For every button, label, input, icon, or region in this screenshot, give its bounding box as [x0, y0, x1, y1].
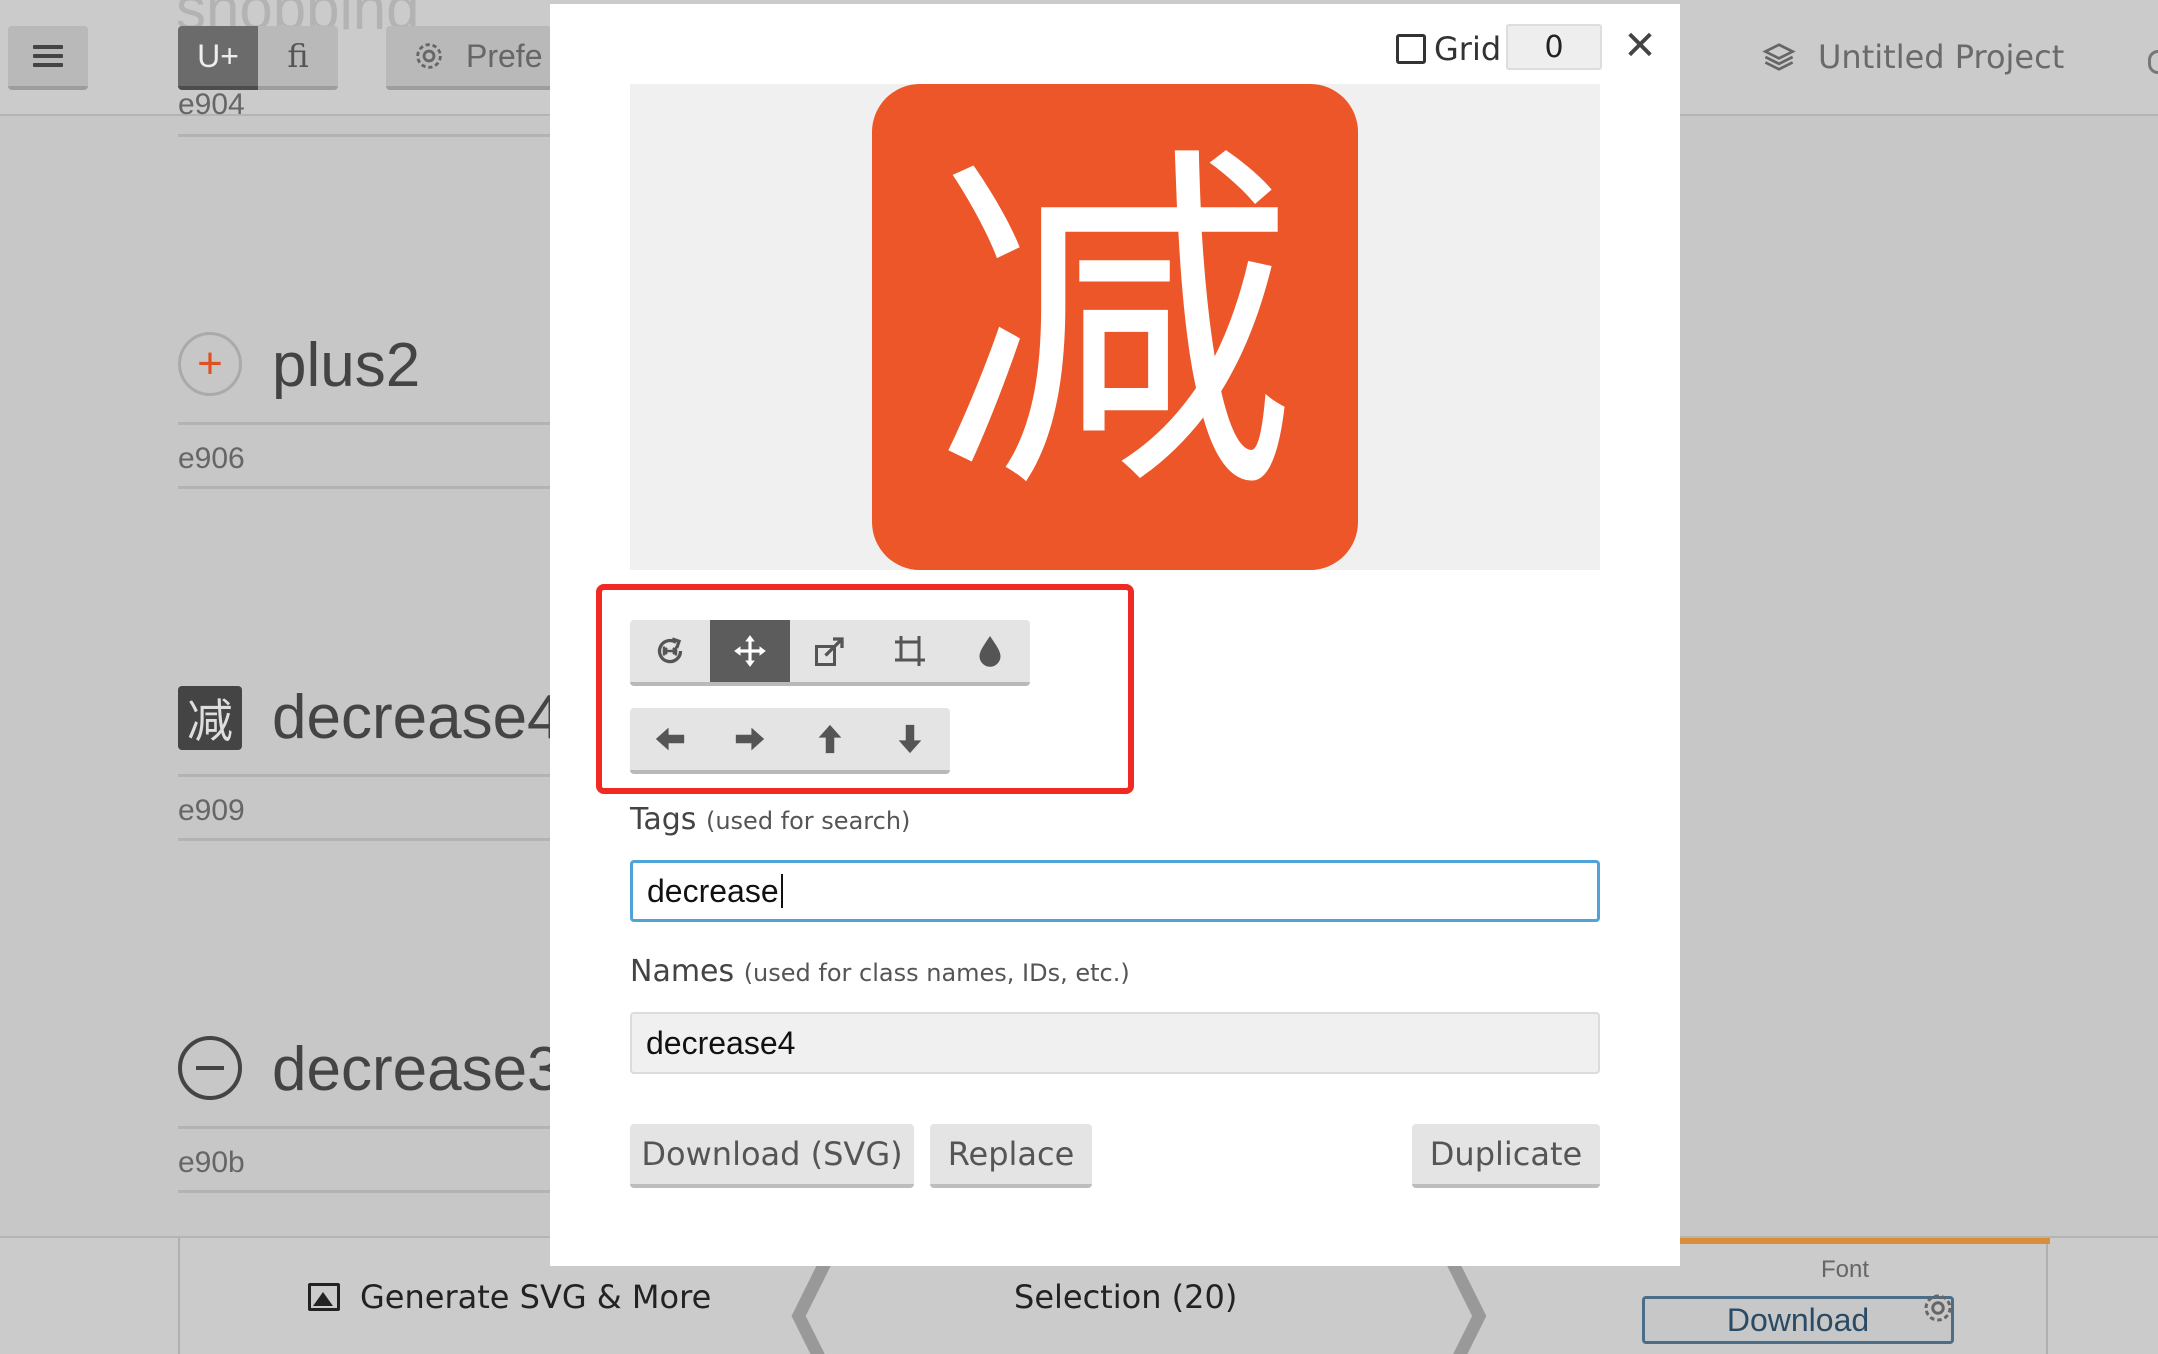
- names-label-row: Names (used for class names, IDs, etc.): [630, 954, 1130, 989]
- preferences-label: Prefe: [466, 37, 543, 74]
- chevron-left-icon[interactable]: ❬: [770, 1258, 854, 1354]
- glyph-list: e904 + plus2 e906 减 decrease4 e909 decre…: [0, 88, 562, 1236]
- ligature-view-button[interactable]: fi: [258, 26, 338, 90]
- tags-label: Tags: [630, 802, 697, 837]
- arrow-left-icon: [655, 727, 685, 751]
- gear-icon: [416, 43, 442, 69]
- scale-button[interactable]: [790, 620, 870, 682]
- grid-toggle[interactable]: Grid: [1396, 30, 1501, 68]
- replace-button[interactable]: Replace: [930, 1124, 1092, 1188]
- project-name: Untitled Project: [1818, 38, 2065, 76]
- nudge-toolbar: [630, 708, 950, 774]
- divider: [178, 422, 560, 425]
- nudge-right-button[interactable]: [710, 708, 790, 770]
- divider: [178, 1190, 560, 1193]
- glyph-preview-canvas: 减: [630, 84, 1600, 570]
- grid-size-input[interactable]: 0: [1506, 24, 1602, 70]
- glyph-name[interactable]: decrease3: [272, 1034, 562, 1105]
- glyph-preview: 减: [872, 84, 1358, 570]
- crop-icon: [895, 636, 925, 666]
- main-menu-button[interactable]: [8, 26, 88, 90]
- names-label: Names: [630, 954, 735, 989]
- glyph-code: e904: [178, 88, 245, 121]
- topbar-clipped-icon: [2148, 50, 2158, 74]
- minus-circle-icon[interactable]: [178, 1036, 242, 1100]
- color-button[interactable]: [950, 620, 1030, 682]
- generate-svg-button[interactable]: Generate SVG & More: [308, 1278, 711, 1316]
- decrease-glyph-icon[interactable]: 减: [178, 686, 242, 750]
- crop-button[interactable]: [870, 620, 950, 682]
- nudge-down-button[interactable]: [870, 708, 950, 770]
- glyph-code: e90b: [178, 1146, 245, 1179]
- divider: [178, 774, 560, 777]
- arrow-down-icon: [898, 724, 922, 754]
- scale-icon: [815, 637, 844, 666]
- arrow-right-icon: [735, 727, 765, 751]
- names-hint: (used for class names, IDs, etc.): [743, 959, 1130, 987]
- chevron-right-icon[interactable]: ❭: [1424, 1258, 1508, 1354]
- glyph-code: e906: [178, 442, 245, 475]
- arrow-up-icon: [818, 724, 842, 754]
- divider: [178, 486, 560, 489]
- font-download-area: Font Download: [1640, 1238, 2050, 1354]
- view-mode-toggle: U+ fi: [178, 26, 338, 90]
- unicode-view-button[interactable]: U+: [178, 26, 258, 90]
- close-icon[interactable]: ✕: [1614, 20, 1666, 72]
- text-caret: [780, 874, 783, 908]
- rotate-icon: [657, 637, 683, 664]
- tags-label-row: Tags (used for search): [630, 802, 910, 837]
- divider: [178, 1126, 560, 1129]
- download-svg-button[interactable]: Download (SVG): [630, 1124, 914, 1188]
- hamburger-icon: [33, 45, 63, 67]
- plus-circle-icon[interactable]: +: [178, 332, 242, 396]
- move-button[interactable]: [710, 620, 790, 682]
- generate-svg-label: Generate SVG & More: [360, 1278, 712, 1316]
- tags-input[interactable]: decrease: [630, 860, 1600, 922]
- names-value: decrease4: [646, 1024, 796, 1061]
- names-input[interactable]: decrease4: [630, 1012, 1600, 1074]
- color-drop-icon: [979, 636, 1001, 667]
- rotate-button[interactable]: [630, 620, 710, 682]
- layers-icon: [1762, 43, 1796, 71]
- glyph-name[interactable]: decrease4: [272, 682, 562, 753]
- divider: [178, 134, 560, 137]
- selection-count[interactable]: Selection (20): [1014, 1278, 1237, 1316]
- glyph-name[interactable]: plus2: [272, 330, 420, 401]
- move-icon: [734, 635, 766, 667]
- divider: [178, 838, 560, 841]
- project-selector[interactable]: Untitled Project: [1762, 38, 2064, 76]
- image-icon: [308, 1283, 340, 1311]
- font-label: Font: [1820, 1256, 1870, 1283]
- tags-hint: (used for search): [705, 807, 911, 835]
- grid-label: Grid: [1434, 30, 1502, 68]
- font-download-button[interactable]: Download: [1642, 1296, 1954, 1344]
- transform-toolbar: [630, 620, 1030, 686]
- nudge-left-button[interactable]: [630, 708, 710, 770]
- nudge-up-button[interactable]: [790, 708, 870, 770]
- font-settings-gear-icon[interactable]: [1920, 1290, 1956, 1326]
- preferences-button[interactable]: Prefe: [386, 26, 566, 90]
- tags-value: decrease: [647, 872, 779, 909]
- duplicate-button[interactable]: Duplicate: [1412, 1124, 1600, 1188]
- glyph-code: e909: [178, 794, 245, 827]
- grid-checkbox[interactable]: [1396, 34, 1426, 64]
- glyph-edit-dialog: Grid 0 ✕ 减 Tags (used for search) decrea…: [550, 4, 1680, 1266]
